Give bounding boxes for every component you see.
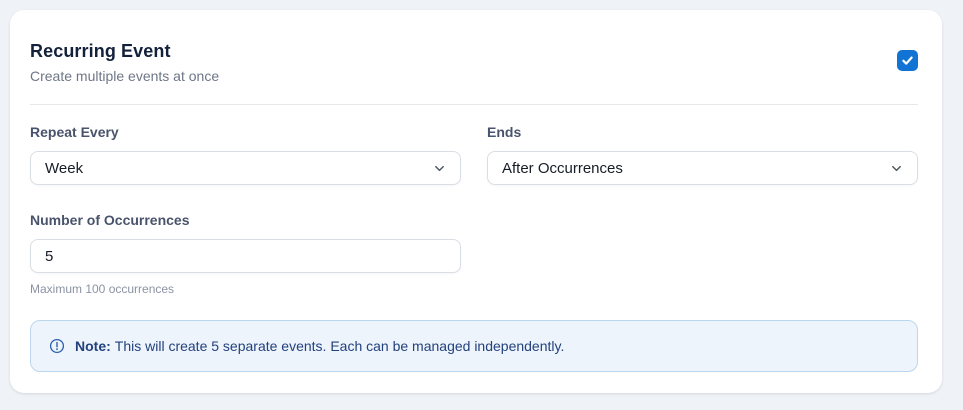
ends-label: Ends	[487, 124, 522, 140]
chevron-down-icon	[435, 165, 444, 171]
repeat-every-field: Repeat Every Week	[30, 124, 461, 185]
repeat-every-value: Week	[45, 159, 84, 177]
note-message: Note: This will create 5 separate events.…	[75, 337, 564, 355]
ends-value: After Occurrences	[502, 159, 623, 177]
ends-field: Ends After Occurrences	[487, 124, 918, 185]
note-prefix: Note:	[75, 338, 111, 354]
checkmark-icon	[902, 56, 913, 65]
occurrences-field: Number of Occurrences Maximum 100 occurr…	[30, 212, 461, 296]
note-banner: Note: This will create 5 separate events.…	[30, 320, 918, 372]
repeat-settings-row: Repeat Every Week Ends After Occurrences	[30, 124, 918, 185]
note-text: This will create 5 separate events. Each…	[114, 338, 565, 354]
repeat-every-select[interactable]: Week	[30, 151, 461, 185]
occurrences-helper: Maximum 100 occurrences	[30, 282, 175, 296]
header-divider	[30, 104, 918, 105]
occurrences-input[interactable]	[30, 239, 461, 273]
card-subtitle: Create multiple events at once	[30, 68, 220, 84]
occurrences-label: Number of Occurrences	[30, 212, 190, 228]
ends-select[interactable]: After Occurrences	[487, 151, 918, 185]
card-header-text: Recurring Event Create multiple events a…	[30, 40, 219, 85]
card-header: Recurring Event Create multiple events a…	[30, 10, 918, 85]
page-background: Recurring Event Create multiple events a…	[0, 0, 963, 410]
info-circle-icon	[49, 338, 65, 354]
card-title: Recurring Event	[30, 41, 171, 61]
recurring-event-card: Recurring Event Create multiple events a…	[10, 10, 942, 393]
repeat-every-label: Repeat Every	[30, 124, 119, 140]
recurring-enabled-checkbox[interactable]	[897, 50, 918, 71]
chevron-down-icon	[892, 165, 901, 171]
